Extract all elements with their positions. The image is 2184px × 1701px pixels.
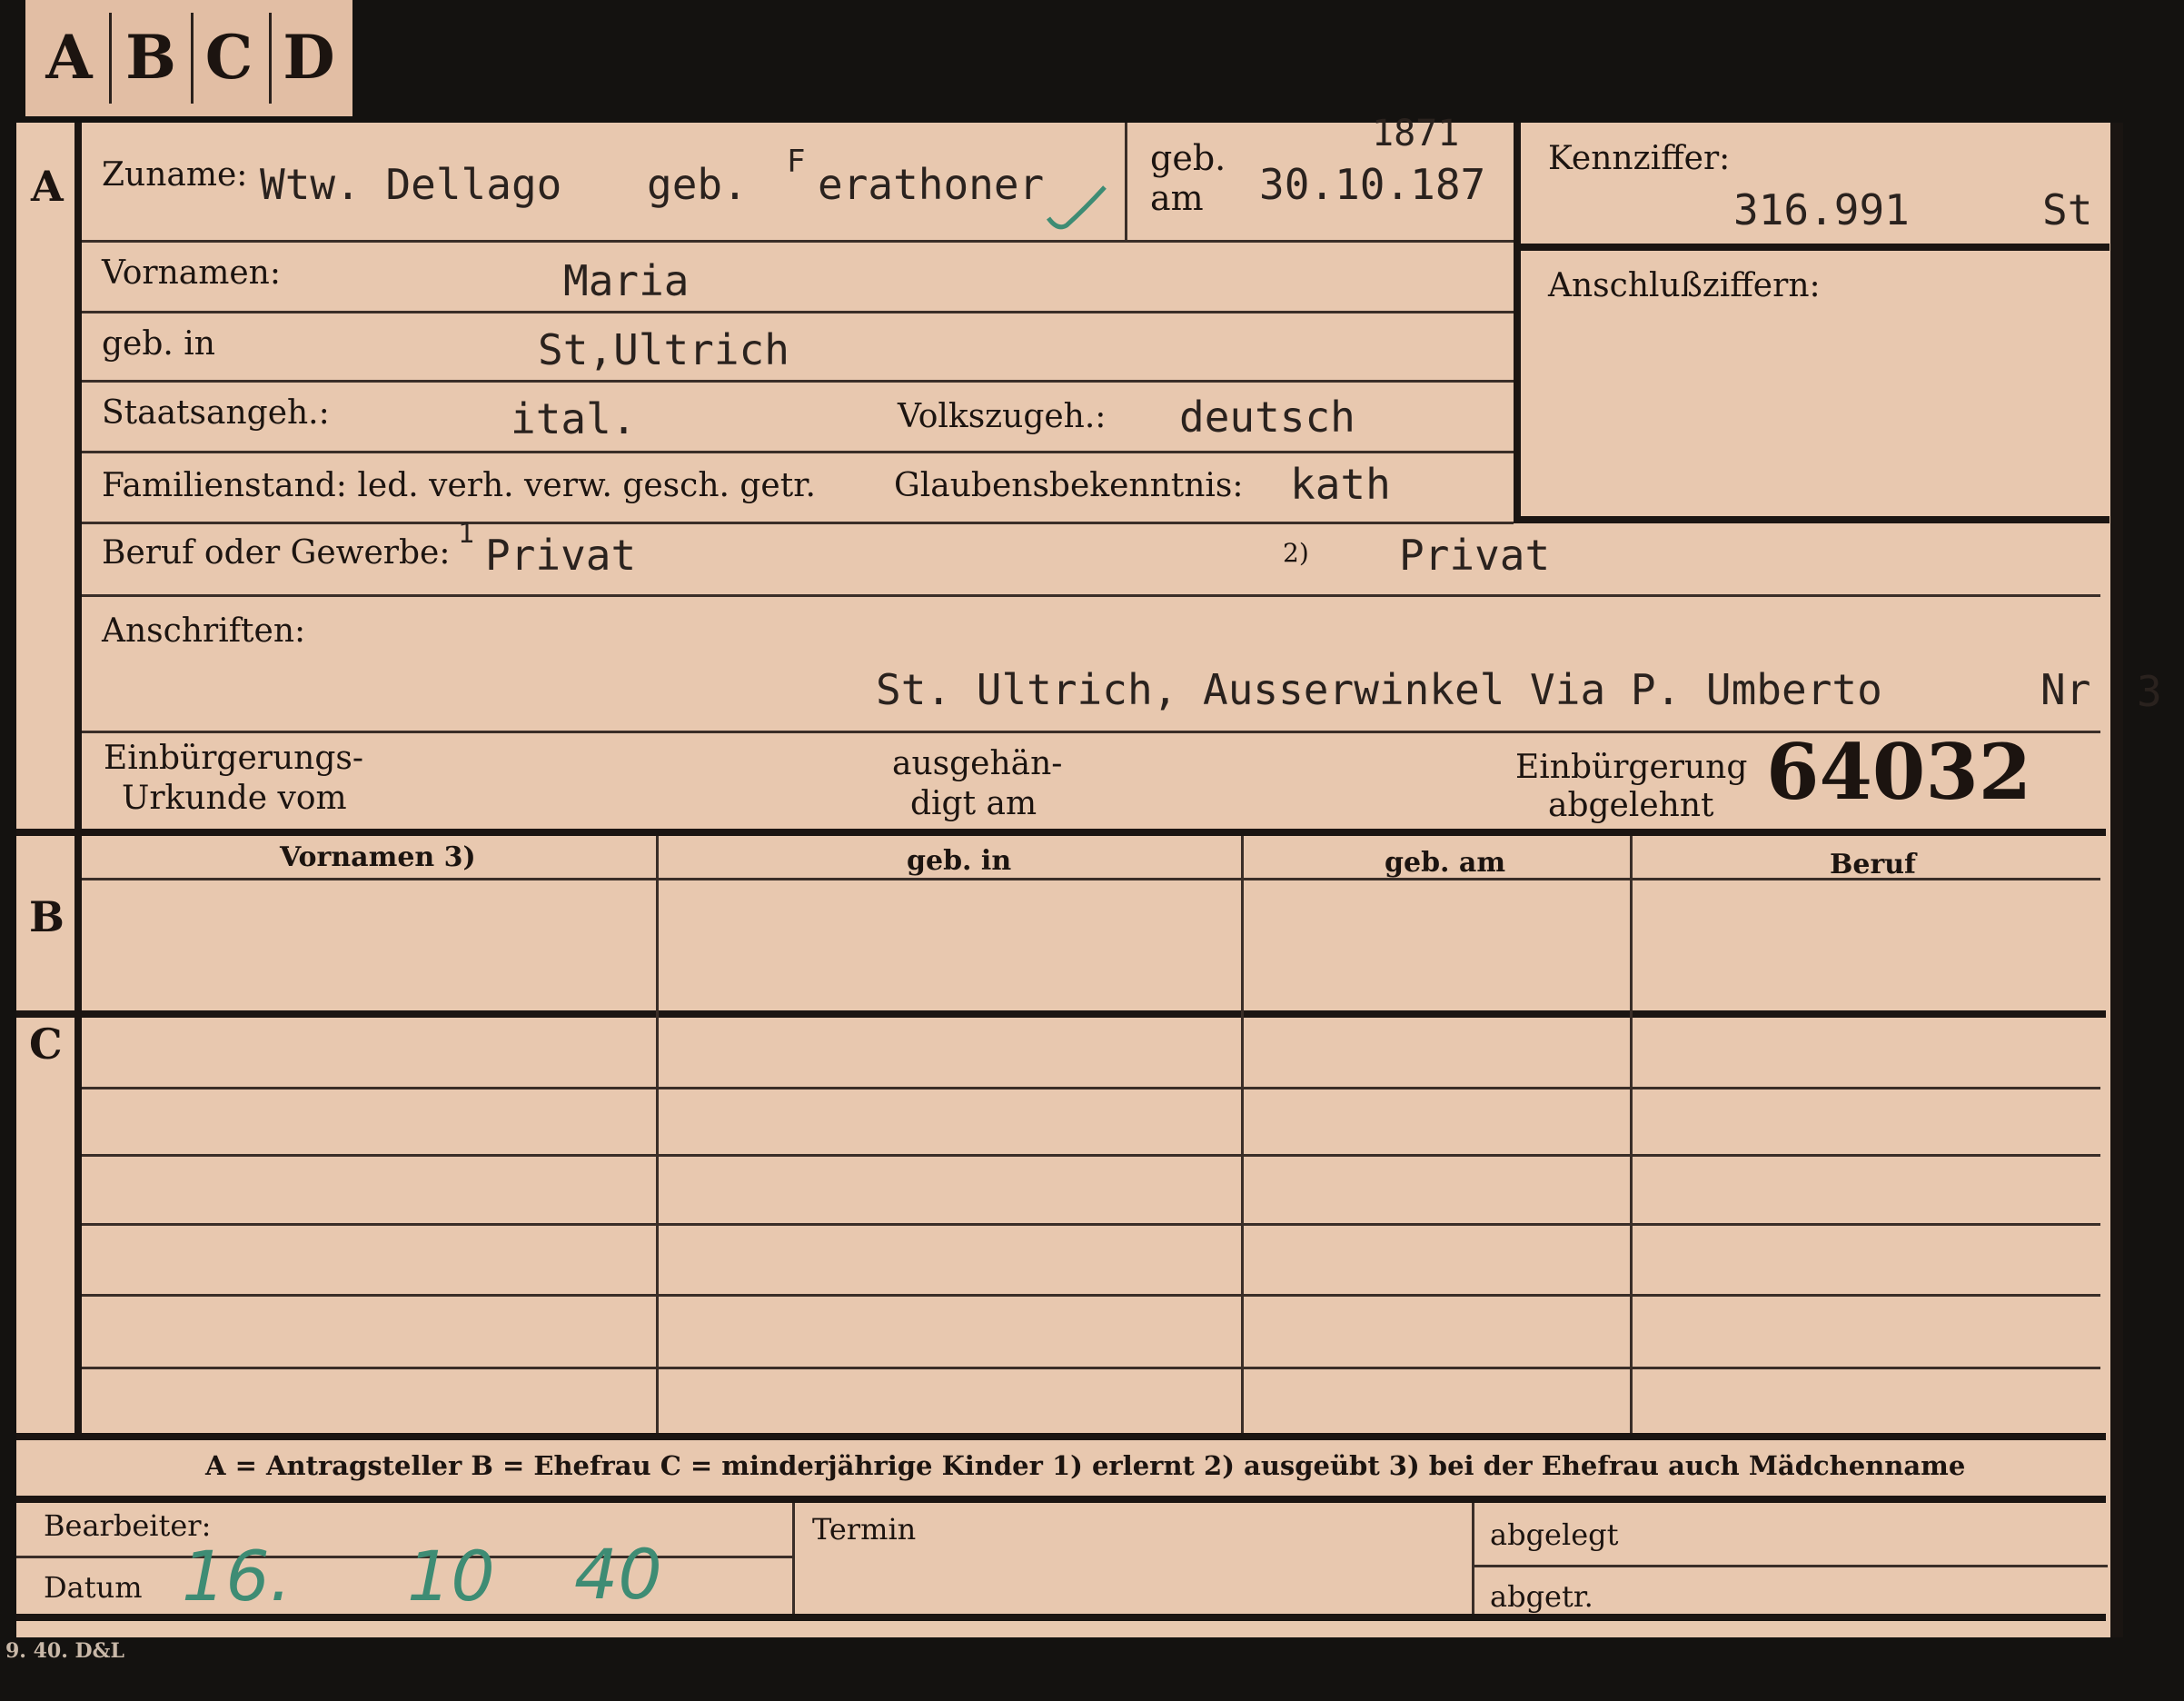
zuname-label: Zuname: bbox=[102, 156, 248, 194]
anschriften-value: St. Ultrich, Ausserwinkel Via P. Umberto bbox=[876, 665, 1882, 714]
table-row-rule bbox=[82, 1223, 2100, 1226]
kennziffer-box-left bbox=[1514, 123, 1521, 522]
section-label-c: C bbox=[29, 1020, 63, 1069]
beruf-value-erlernt: Privat bbox=[485, 531, 637, 580]
staatsangeh-value: ital. bbox=[511, 394, 637, 443]
print-code: 9. 40. D&L bbox=[5, 1639, 124, 1663]
checkmark-icon bbox=[1046, 185, 1107, 230]
geb-prefix: geb. bbox=[647, 160, 748, 209]
name-date-divider bbox=[1125, 123, 1127, 241]
vornamen-value: Maria bbox=[563, 256, 690, 305]
table-header-rule bbox=[82, 878, 2100, 880]
urkunde-label-2: Urkunde vom bbox=[122, 780, 347, 817]
footer-row-rule bbox=[1472, 1565, 2108, 1567]
volkszugeh-label: Volkszugeh.: bbox=[898, 398, 1107, 435]
tab-c: C bbox=[204, 22, 253, 93]
card-edge bbox=[2110, 123, 2123, 1637]
birth-date-value: 30.10.187 bbox=[1259, 160, 1486, 209]
glauben-value: kath bbox=[1290, 460, 1391, 509]
tab-divider bbox=[109, 13, 112, 104]
ausgehaendigt-label-1: ausgehän- bbox=[892, 745, 1063, 782]
row-rule bbox=[82, 522, 1514, 524]
table-row-rule bbox=[82, 1087, 2100, 1089]
table-row-rule bbox=[82, 1294, 2100, 1297]
row-rule bbox=[82, 451, 1514, 453]
anschriften-nr: Nr bbox=[2040, 665, 2091, 714]
anschriften-number: 3 bbox=[2137, 667, 2162, 716]
kennziffer-box-bottom bbox=[1514, 516, 2110, 523]
geb-am-label-2: am bbox=[1150, 178, 1204, 218]
table-row-rule bbox=[82, 1154, 2100, 1157]
row-rule bbox=[82, 311, 1514, 313]
footer-row-rule bbox=[16, 1556, 792, 1558]
table-header-geb-in: geb. in bbox=[907, 845, 1012, 877]
anschluss-label: Anschlußziffern: bbox=[1548, 267, 1821, 304]
termin-label: Termin bbox=[812, 1512, 917, 1547]
section-label-a: A bbox=[31, 162, 64, 211]
glauben-label: Glaubensbekenntnis: bbox=[894, 467, 1244, 504]
datum-label: Datum bbox=[44, 1570, 143, 1605]
beruf-note-1: 1 bbox=[458, 518, 475, 550]
staatsangeh-label: Staatsangeh.: bbox=[102, 394, 330, 432]
footer-col-rule bbox=[792, 1503, 795, 1614]
abgelehnt-label-2: abgelehnt bbox=[1548, 787, 1714, 824]
abgelehnt-label-1: Einbürgerung bbox=[1515, 749, 1748, 786]
abgetr-label: abgetr. bbox=[1490, 1579, 1593, 1614]
tab-a: A bbox=[45, 22, 93, 93]
tab-d: D bbox=[283, 22, 335, 93]
geb-in-value: St,Ultrich bbox=[538, 325, 789, 374]
tab-b: B bbox=[125, 22, 176, 93]
vornamen-label: Vornamen: bbox=[102, 254, 281, 292]
abgelegt-label: abgelegt bbox=[1490, 1517, 1619, 1552]
table-col-rule bbox=[1241, 836, 1244, 1433]
section-label-b: B bbox=[29, 892, 65, 941]
beruf-label: Beruf oder Gewerbe: bbox=[102, 534, 451, 572]
section-column-rule bbox=[74, 123, 82, 1433]
maiden-name-value: erathoner bbox=[818, 160, 1045, 209]
zuname-value: Wtw. Dellago bbox=[260, 160, 562, 209]
tab-divider bbox=[269, 13, 272, 104]
section-rule-a-b bbox=[16, 829, 2106, 836]
table-col-rule bbox=[656, 836, 659, 1433]
anschriften-label: Anschriften: bbox=[102, 612, 306, 650]
legend-text: A = Antragsteller B = Ehefrau C = minder… bbox=[205, 1450, 1966, 1481]
table-header-vornamen: Vornamen 3) bbox=[280, 841, 476, 873]
geb-in-label: geb. in bbox=[102, 325, 215, 363]
index-tabs: A B C D bbox=[25, 0, 352, 116]
table-row-rule bbox=[82, 1367, 2100, 1369]
kennziffer-box-rule bbox=[1514, 244, 2110, 251]
datum-day-handwritten: 16. bbox=[182, 1536, 292, 1616]
row-rule bbox=[82, 594, 2100, 597]
card-bottom-rule bbox=[16, 1614, 2106, 1621]
beruf-value-ausgeuebt: Privat bbox=[1399, 531, 1551, 580]
file-number-stamp: 64032 bbox=[1766, 727, 2032, 817]
beruf-note-2: 2) bbox=[1283, 538, 1309, 568]
kennziffer-suffix: St bbox=[2042, 185, 2093, 234]
maiden-correction-mark: F bbox=[787, 144, 806, 180]
volkszugeh-value: deutsch bbox=[1179, 393, 1355, 442]
table-header-geb-am: geb. am bbox=[1385, 847, 1506, 879]
familienstand-label: Familienstand: led. verh. verw. gesch. g… bbox=[102, 467, 816, 504]
kennziffer-value: 316.991 bbox=[1733, 185, 1910, 234]
row-rule bbox=[82, 240, 1514, 243]
datum-year-handwritten: 40 bbox=[574, 1534, 662, 1615]
birth-year-correction: 1871 bbox=[1372, 113, 1460, 154]
ausgehaendigt-label-2: digt am bbox=[910, 785, 1037, 822]
urkunde-label-1: Einbürgerungs- bbox=[104, 740, 364, 777]
table-col-rule bbox=[1630, 836, 1633, 1433]
section-rule-b-c bbox=[16, 1010, 2106, 1018]
footer-col-rule bbox=[1472, 1503, 1474, 1614]
datum-month-handwritten: 10 bbox=[407, 1536, 495, 1616]
legend-top-rule bbox=[16, 1433, 2106, 1440]
row-rule bbox=[82, 380, 1514, 383]
kennziffer-label: Kennziffer: bbox=[1548, 140, 1731, 177]
geb-am-label-1: geb. bbox=[1150, 138, 1226, 178]
table-header-beruf: Beruf bbox=[1830, 849, 1916, 880]
legend-bottom-rule bbox=[16, 1496, 2106, 1503]
